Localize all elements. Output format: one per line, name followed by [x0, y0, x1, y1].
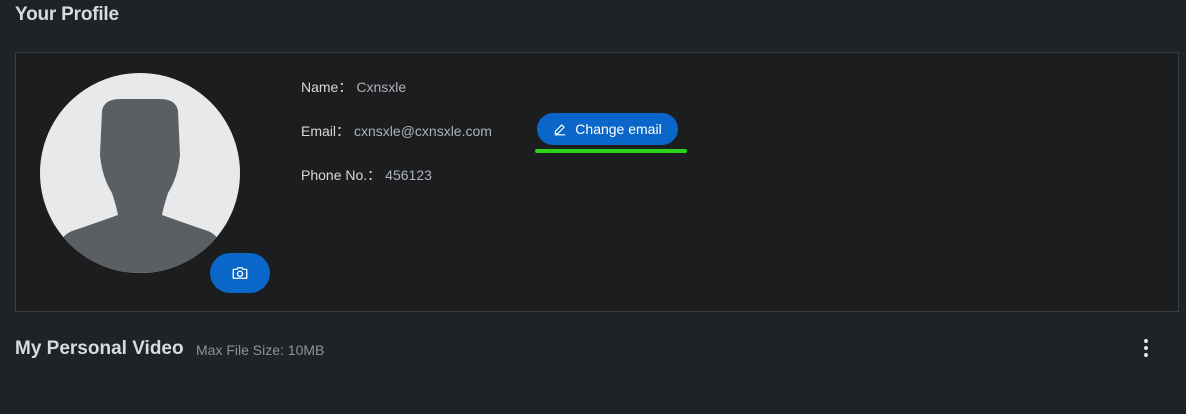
more-vertical-icon: [1144, 339, 1148, 357]
change-email-label: Change email: [575, 121, 662, 137]
name-label: Name：: [301, 79, 353, 95]
change-email-button[interactable]: Change email: [537, 113, 678, 145]
avatar: [40, 73, 240, 273]
phone-row: Phone No.： 456123: [301, 165, 432, 185]
email-label: Email：: [301, 123, 351, 139]
phone-value: 456123: [385, 167, 432, 183]
email-row: Email： cxnsxle@cxnsxle.com: [301, 121, 492, 141]
name-row: Name： Cxnsxle: [301, 77, 406, 97]
profile-page: Your Profile Name： Cxnsxle Email： cxnsxle@…: [0, 0, 1186, 414]
email-value: cxnsxle@cxnsxle.com: [354, 123, 492, 139]
max-file-size-text: Max File Size: 10MB: [196, 342, 325, 358]
pencil-icon: [555, 124, 566, 136]
avatar-placeholder-icon: [56, 99, 224, 273]
camera-icon: [232, 267, 248, 279]
profile-card: Name： Cxnsxle Email： cxnsxle@cxnsxle.com P…: [15, 52, 1179, 312]
more-options-button[interactable]: [1132, 334, 1160, 362]
name-value: Cxnsxle: [356, 79, 407, 95]
phone-label: Phone No.：: [301, 167, 382, 183]
change-photo-button[interactable]: [210, 253, 270, 293]
highlight-underline: [535, 149, 687, 153]
video-section-title: My Personal Video: [15, 338, 184, 359]
profile-section-title: Your Profile: [15, 4, 119, 25]
